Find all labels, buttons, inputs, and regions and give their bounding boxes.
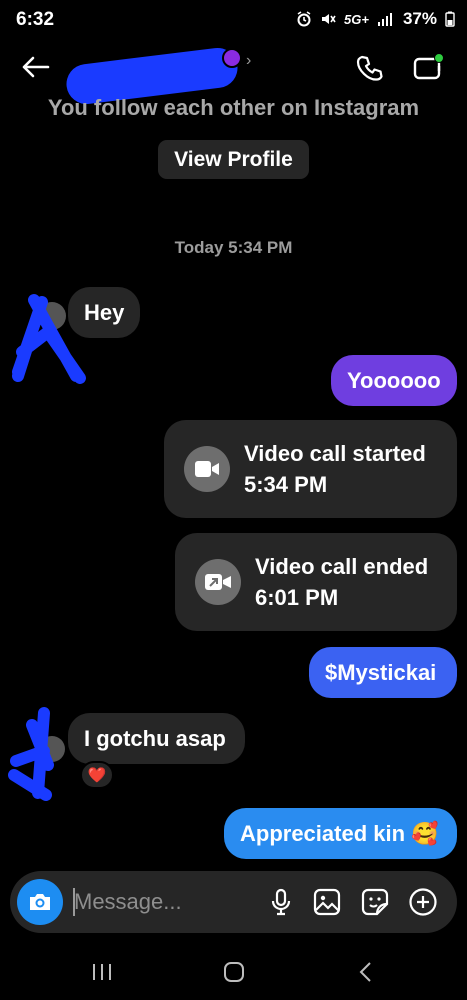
gallery-button[interactable] xyxy=(310,885,344,919)
microphone-icon xyxy=(271,888,291,916)
message-bubble-incoming[interactable]: Hey xyxy=(68,287,140,338)
video-call-ended-card[interactable]: Video call ended 6:01 PM xyxy=(175,533,457,631)
back-chevron-icon xyxy=(359,962,371,982)
follow-status-text: You follow each other on Instagram xyxy=(47,95,420,120)
view-profile-button[interactable]: View Profile xyxy=(158,140,309,179)
camera-icon xyxy=(30,894,50,910)
chat-header: › xyxy=(0,40,467,107)
sticker-icon xyxy=(361,888,389,916)
sticker-button[interactable] xyxy=(358,885,392,919)
alarm-icon xyxy=(297,11,311,27)
message-bubble-outgoing[interactable]: $Mystickai xyxy=(309,647,457,698)
heart-reaction[interactable]: ❤️ xyxy=(80,761,114,789)
recent-apps-button[interactable] xyxy=(82,958,122,986)
status-time: 6:32 xyxy=(16,9,55,30)
status-bar: 6:32 5G+ 37% xyxy=(0,0,467,40)
story-indicator xyxy=(222,48,242,68)
message-text: I gotchu asap xyxy=(84,725,226,751)
status-icons: 5G+ 37% xyxy=(296,9,455,29)
phone-icon xyxy=(356,55,383,81)
call-status-label: Video call ended xyxy=(255,554,429,579)
heart-icon: ❤️ xyxy=(87,767,107,784)
message-bubble-incoming[interactable]: I gotchu asap xyxy=(68,713,245,764)
message-text: Yoooooo xyxy=(347,367,441,393)
chevron-right-icon: › xyxy=(246,52,252,69)
online-indicator xyxy=(434,53,444,63)
system-navigation-bar xyxy=(0,940,467,1000)
arrow-left-icon xyxy=(22,56,50,78)
back-button[interactable] xyxy=(18,50,52,84)
message-bubble-outgoing[interactable]: Yoooooo xyxy=(331,355,457,406)
sender-avatar[interactable] xyxy=(4,705,76,801)
microphone-button[interactable] xyxy=(264,885,298,919)
message-text: $Mystickai xyxy=(325,659,437,685)
message-text: Appreciated kin 🥰 xyxy=(240,820,439,846)
message-bubble-outgoing[interactable]: Appreciated kin 🥰 xyxy=(224,808,457,859)
signal-icon xyxy=(377,13,392,26)
plus-icon xyxy=(409,888,437,916)
call-status-label: Video call started xyxy=(244,441,426,466)
message-text: Hey xyxy=(84,299,125,325)
home-icon xyxy=(224,962,244,982)
call-time-label: 6:01 PM xyxy=(255,585,339,610)
recent-apps-icon xyxy=(93,964,111,980)
video-call-icon xyxy=(184,446,230,492)
video-call-started-card[interactable]: Video call started 5:34 PM xyxy=(164,420,457,518)
network-label: 5G+ xyxy=(344,11,369,27)
message-composer xyxy=(10,871,457,933)
audio-call-button[interactable] xyxy=(352,50,388,86)
video-call-ended-icon xyxy=(195,559,241,605)
battery-percent: 37% xyxy=(402,9,437,28)
camera-button[interactable] xyxy=(17,879,63,925)
home-button[interactable] xyxy=(214,958,254,986)
back-nav-button[interactable] xyxy=(346,958,386,986)
more-options-button[interactable] xyxy=(406,885,440,919)
mute-icon xyxy=(322,14,336,24)
gallery-icon xyxy=(313,888,341,916)
call-time-label: 5:34 PM xyxy=(244,472,328,497)
video-call-button[interactable] xyxy=(410,50,446,86)
message-input[interactable] xyxy=(74,883,254,921)
battery-icon xyxy=(445,11,455,27)
conversation-timestamp: Today 5:34 PM xyxy=(174,238,293,257)
